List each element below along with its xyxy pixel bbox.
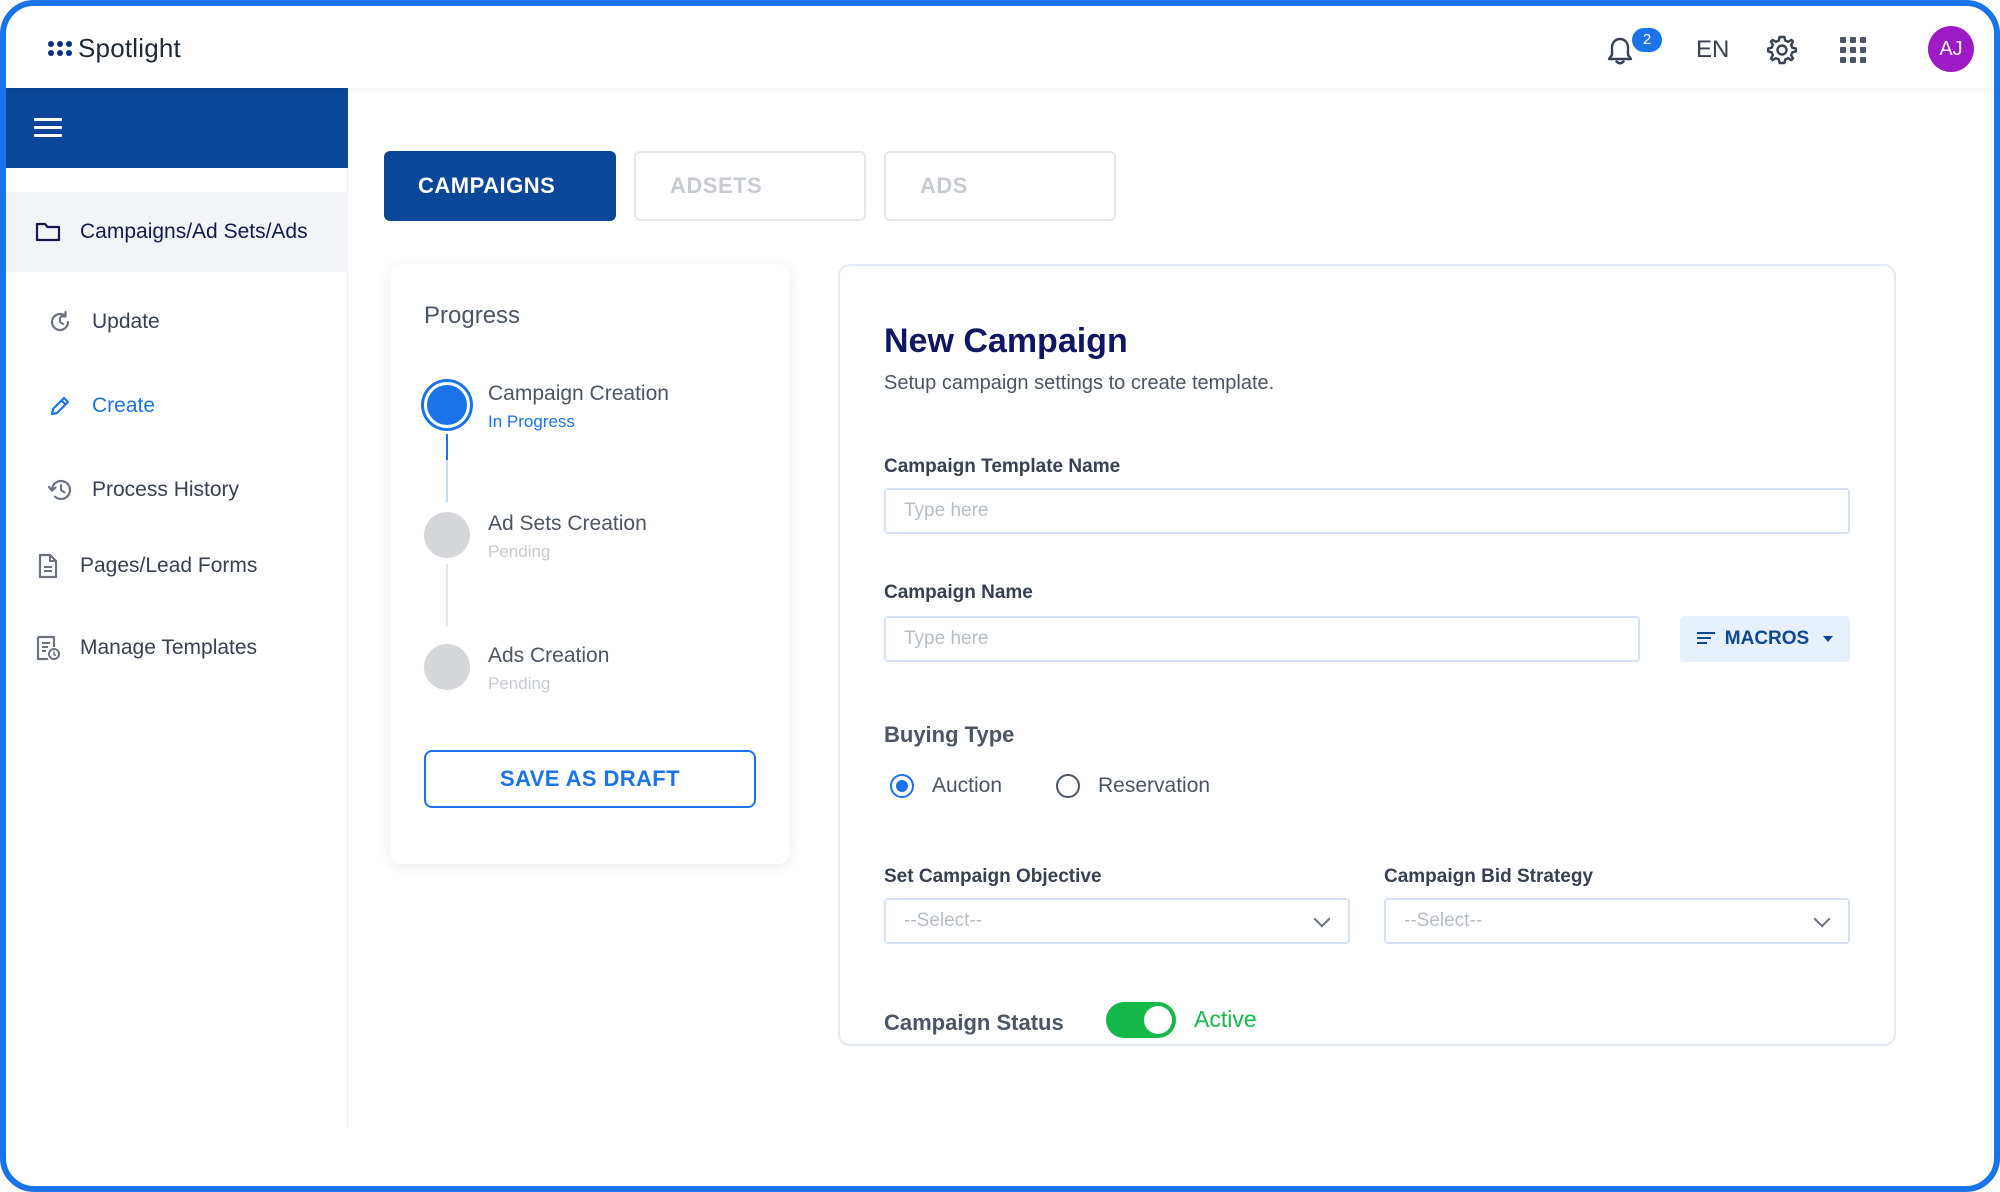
history-icon (46, 476, 74, 504)
template-name-input[interactable] (884, 488, 1850, 534)
sidebar-item-label: Process History (92, 478, 240, 501)
step-label: Ads Creation (488, 644, 610, 667)
radio-reservation[interactable]: Reservation (1056, 774, 1210, 798)
top-bar: Spotlight 2 EN AJ (6, 6, 1994, 88)
radio-auction[interactable]: Auction (890, 774, 1002, 798)
sidebar-item-label: Campaigns/Ad Sets/Ads (80, 220, 308, 243)
tab-adsets[interactable]: ADSETS (634, 151, 866, 221)
caret-down-icon (1823, 636, 1834, 642)
sidebar-item-campaigns[interactable]: Campaigns/Ad Sets/Ads (6, 192, 348, 272)
step-status: Pending (488, 542, 551, 561)
step-indicator (424, 644, 470, 690)
radio-label: Reservation (1098, 774, 1211, 797)
step-indicator-current (424, 382, 470, 428)
sidebar-item-label: Manage Templates (80, 636, 258, 659)
avatar[interactable]: AJ (1928, 26, 1974, 72)
bid-strategy-select[interactable]: --Select-- (1384, 898, 1850, 944)
app-name: Spotlight (78, 33, 181, 63)
campaign-name-input[interactable] (884, 616, 1640, 662)
objective-label: Set Campaign Objective (884, 866, 1102, 887)
step-connector (446, 564, 448, 626)
new-campaign-form: New Campaign Setup campaign settings to … (838, 264, 1896, 1046)
step-label: Campaign Creation (488, 382, 669, 405)
logo-dots-icon (48, 41, 72, 56)
radio-label: Auction (932, 774, 1003, 797)
campaign-name-label: Campaign Name (884, 582, 1033, 603)
macros-label: MACROS (1724, 628, 1810, 649)
objective-select[interactable]: --Select-- (884, 898, 1350, 944)
macros-button[interactable]: MACROS (1680, 616, 1850, 662)
template-name-label: Campaign Template Name (884, 456, 1121, 477)
page-subtitle: Setup campaign settings to create templa… (884, 372, 1275, 394)
save-as-draft-button[interactable]: SAVE AS DRAFT (424, 750, 756, 808)
app-logo[interactable]: Spotlight (48, 33, 181, 64)
filter-lines-icon (1696, 631, 1715, 647)
bid-strategy-label: Campaign Bid Strategy (1384, 866, 1594, 887)
campaign-status-toggle[interactable] (1106, 1002, 1176, 1038)
radio-checked-icon (890, 774, 914, 798)
chevron-down-icon (1813, 910, 1831, 928)
tab-ads[interactable]: ADS (884, 151, 1116, 221)
buying-type-label: Buying Type (884, 722, 1015, 747)
step-status: In Progress (488, 412, 575, 431)
gear-icon[interactable] (1766, 34, 1798, 66)
template-icon (34, 634, 62, 662)
sidebar-item-update[interactable]: Update (6, 282, 348, 362)
notification-bell-icon[interactable] (1606, 36, 1634, 66)
page-title: New Campaign (884, 322, 1128, 360)
radio-unchecked-icon (1056, 774, 1080, 798)
step-connector (446, 460, 448, 502)
app-window: Spotlight 2 EN AJ Campaigns/Ad Sets/Ads … (0, 0, 2000, 1192)
notification-badge: 2 (1632, 28, 1662, 52)
apps-grid-icon[interactable] (1840, 37, 1866, 63)
progress-title: Progress (424, 302, 521, 329)
step-connector (446, 434, 448, 460)
sidebar-item-label: Update (92, 310, 160, 333)
sidebar-item-create[interactable]: Create (6, 366, 348, 446)
toggle-knob (1144, 1006, 1172, 1034)
campaign-status-value: Active (1194, 1006, 1257, 1032)
sidebar-header (6, 88, 348, 168)
folder-icon (34, 218, 62, 246)
chevron-down-icon (1313, 910, 1331, 928)
menu-icon[interactable] (34, 118, 62, 138)
document-icon (34, 552, 62, 580)
step-indicator (424, 512, 470, 558)
progress-card: Progress Campaign Creation In Progress A… (390, 264, 790, 864)
select-value: --Select-- (904, 910, 983, 931)
refresh-icon (46, 308, 74, 336)
pencil-icon (46, 392, 74, 420)
step-status: Pending (488, 674, 551, 693)
tab-campaigns[interactable]: CAMPAIGNS (384, 151, 616, 221)
sidebar-item-process-history[interactable]: Process History (6, 450, 348, 530)
language-selector[interactable]: EN (1696, 36, 1729, 64)
sidebar-item-label: Create (92, 394, 156, 417)
sidebar-item-label: Pages/Lead Forms (80, 554, 258, 577)
sidebar: Campaigns/Ad Sets/Ads Update Create Proc… (6, 88, 348, 1128)
step-label: Ad Sets Creation (488, 512, 647, 535)
select-value: --Select-- (1404, 910, 1483, 931)
sidebar-item-manage-templates[interactable]: Manage Templates (6, 608, 348, 688)
campaign-status-label: Campaign Status (884, 1010, 1064, 1035)
sidebar-item-pages-lead-forms[interactable]: Pages/Lead Forms (6, 526, 348, 606)
